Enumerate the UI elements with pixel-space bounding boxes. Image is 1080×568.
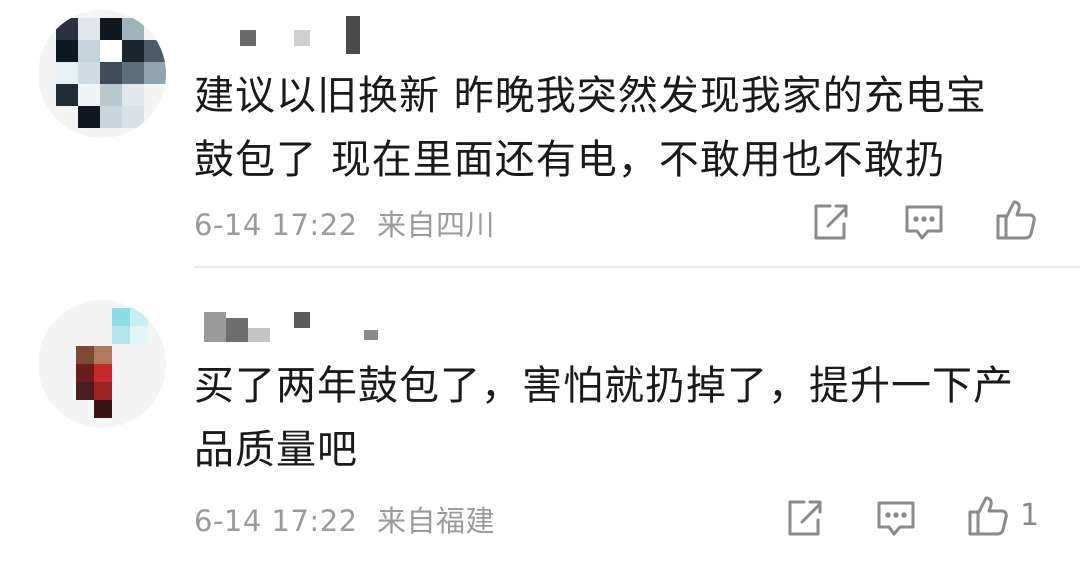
share-button[interactable]	[808, 200, 852, 244]
share-icon	[814, 204, 848, 240]
avatar[interactable]	[38, 10, 166, 138]
share-icon	[788, 500, 822, 536]
timestamp: 6-14 17:22	[194, 504, 358, 538]
divider	[194, 266, 1080, 268]
timestamp: 6-14 17:22	[194, 208, 358, 242]
comment-item: 买了两年鼓包了，害怕就扔掉了，提升一下产 品质量吧 6-14 17:22 来自福…	[0, 270, 1080, 568]
like-button[interactable]	[994, 198, 1038, 242]
username[interactable]	[196, 16, 396, 56]
comment-list: 建议以旧换新 昨晚我突然发现我家的充电宝 鼓包了 现在里面还有电，不敢用也不敢扔…	[0, 0, 1080, 568]
reply-button[interactable]	[902, 200, 946, 244]
comment-text: 买了两年鼓包了，害怕就扔掉了，提升一下产 品质量吧	[194, 363, 1014, 473]
like-button[interactable]	[966, 494, 1010, 538]
comment-meta: 6-14 17:22 来自四川	[194, 202, 495, 244]
comment-meta: 6-14 17:22 来自福建	[194, 498, 495, 540]
username[interactable]	[196, 308, 396, 348]
avatar[interactable]	[38, 300, 166, 428]
like-count: 1	[1020, 498, 1040, 533]
reply-icon	[877, 501, 915, 536]
reply-icon	[905, 205, 943, 240]
location: 来自四川	[377, 208, 496, 242]
like-icon	[996, 200, 1036, 240]
like-icon	[968, 496, 1008, 536]
share-button[interactable]	[782, 496, 826, 540]
comment-item: 建议以旧换新 昨晚我突然发现我家的充电宝 鼓包了 现在里面还有电，不敢用也不敢扔…	[0, 0, 1080, 268]
comment-text: 建议以旧换新 昨晚我突然发现我家的充电宝 鼓包了 现在里面还有电，不敢用也不敢扔	[194, 73, 987, 183]
reply-button[interactable]	[874, 496, 918, 540]
location: 来自福建	[377, 504, 496, 538]
